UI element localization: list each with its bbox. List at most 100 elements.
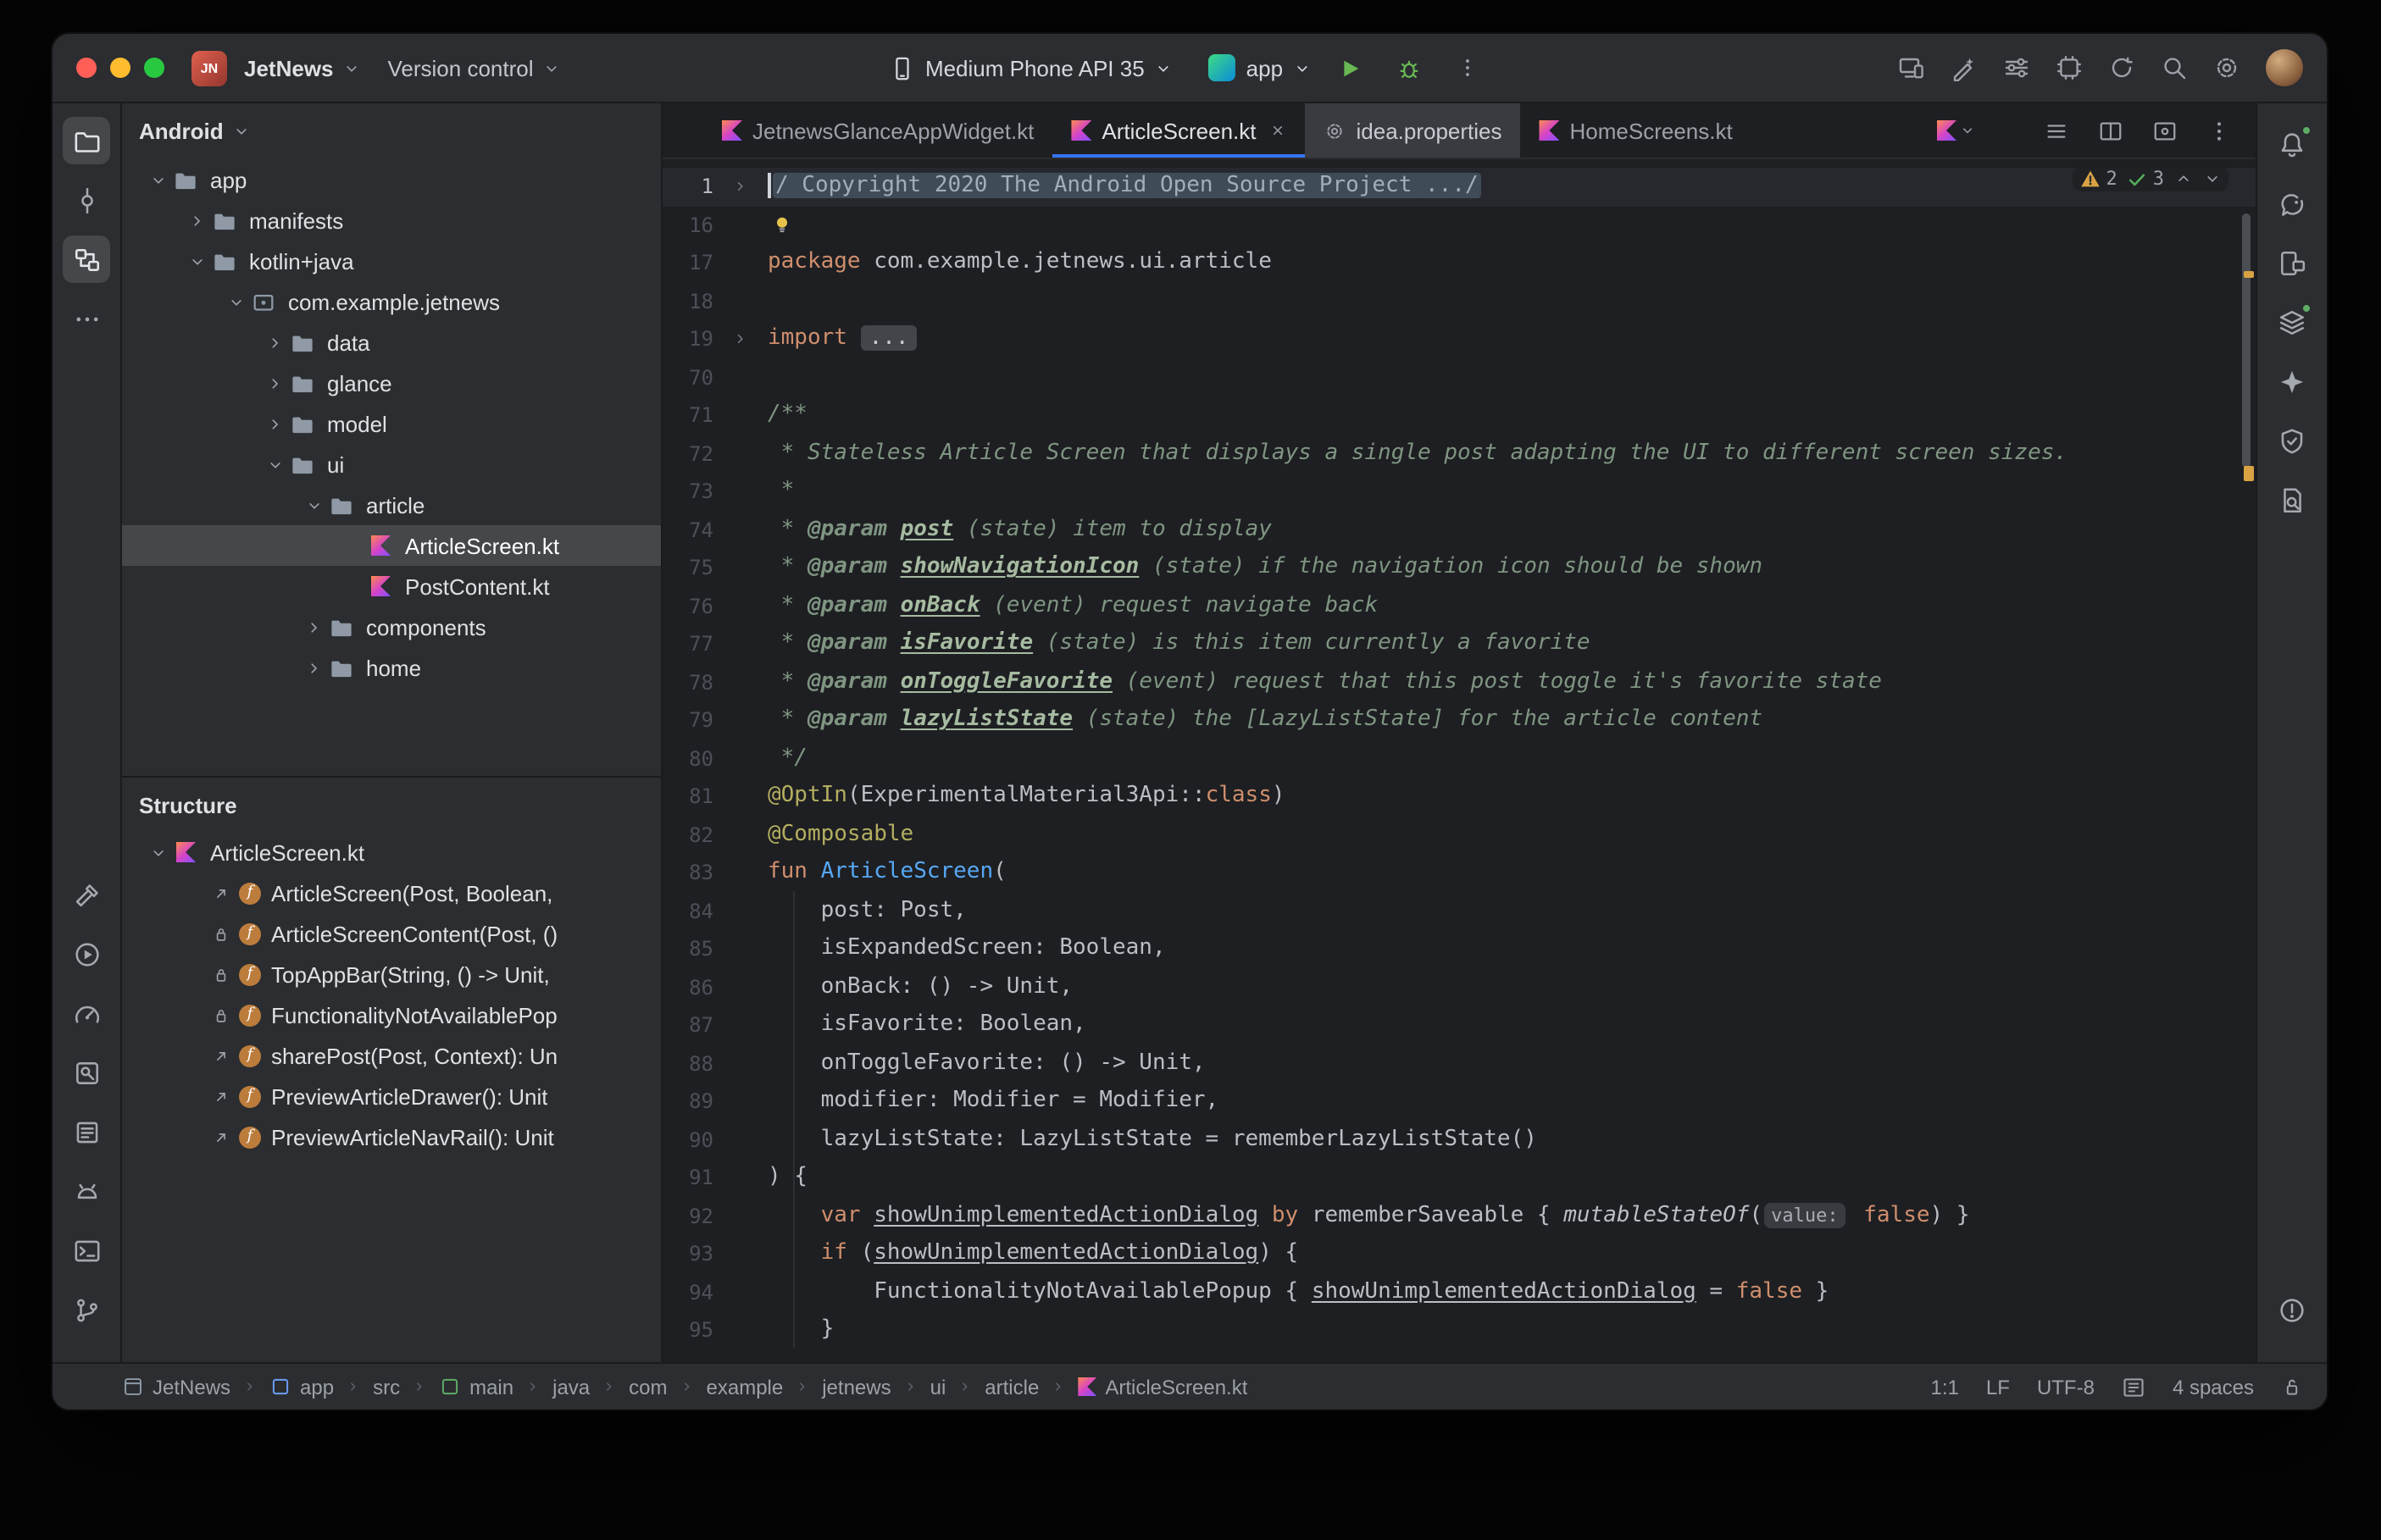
tab-HomeScreens.kt[interactable]: HomeScreens.kt [1521, 103, 1751, 158]
project-tree-item-kotlin+java[interactable]: kotlin+java [122, 241, 661, 281]
device-explorer-icon[interactable] [2268, 239, 2316, 286]
ai-assistant-icon[interactable] [1951, 54, 1978, 81]
next-problem-icon[interactable] [2203, 169, 2222, 188]
tab-ArticleScreen.kt[interactable]: ArticleScreen.kt [1052, 103, 1305, 158]
breadcrumb-example[interactable]: example [707, 1375, 784, 1399]
commit-icon[interactable] [63, 176, 110, 224]
breadcrumb-ui[interactable]: ui [930, 1375, 946, 1399]
close-window-button[interactable] [76, 58, 97, 78]
fold-marker-icon[interactable] [724, 320, 758, 358]
project-tree-item-glance[interactable]: glance [122, 363, 661, 403]
chevron-right-icon[interactable] [263, 374, 288, 392]
project-tree-item-ArticleScreen.kt[interactable]: ArticleScreen.kt [122, 525, 661, 566]
split-editor-icon[interactable] [2090, 110, 2130, 151]
breadcrumb-JetNews[interactable]: JetNews [122, 1375, 230, 1399]
device-mirroring-icon[interactable] [1898, 54, 1925, 81]
project-view-header[interactable]: Android [122, 103, 661, 159]
reader-mode-icon[interactable] [2122, 1375, 2145, 1399]
chevron-right-icon[interactable] [302, 618, 327, 636]
search-everywhere-icon[interactable] [2161, 54, 2188, 81]
breadcrumb-article[interactable]: article [985, 1375, 1039, 1399]
project-tree-item-data[interactable]: data [122, 322, 661, 363]
filter-sliders-icon[interactable] [2003, 54, 2030, 81]
chevron-down-icon[interactable] [224, 292, 249, 311]
breadcrumb-src[interactable]: src [373, 1375, 400, 1399]
version-control-icon[interactable] [63, 1286, 110, 1333]
structure-item[interactable]: fFunctionalityNotAvailablePop [122, 994, 661, 1035]
preview-icon[interactable] [2144, 110, 2184, 151]
tab-idea.properties[interactable]: idea.properties [1306, 103, 1521, 158]
breadcrumb-jetnews[interactable]: jetnews [822, 1375, 891, 1399]
profiler-icon[interactable] [63, 989, 110, 1037]
intention-bulb-icon[interactable] [771, 213, 793, 235]
project-tree-item-com.example.jetnews[interactable]: com.example.jetnews [122, 281, 661, 322]
structure-item[interactable]: fArticleScreenContent(Post, () [122, 913, 661, 954]
fold-marker-icon[interactable] [724, 168, 758, 206]
sync-settings-icon[interactable] [2108, 54, 2135, 81]
chevron-right-icon[interactable] [185, 211, 210, 230]
breadcrumb-java[interactable]: java [552, 1375, 590, 1399]
structure-item[interactable]: fPreviewArticleDrawer(): Unit [122, 1076, 661, 1116]
project-widget[interactable]: JetNews [244, 55, 361, 80]
chevron-down-icon[interactable] [263, 455, 288, 474]
prev-problem-icon[interactable] [2174, 169, 2193, 188]
problems-icon[interactable] [2268, 1286, 2316, 1333]
running-devices-icon[interactable] [63, 930, 110, 978]
project-tree-item-ui[interactable]: ui [122, 444, 661, 485]
project-tree-item-article[interactable]: article [122, 485, 661, 525]
user-avatar[interactable] [2266, 49, 2303, 86]
warning-stripe-mark[interactable] [2244, 271, 2254, 278]
indent-widget[interactable]: 4 spaces [2173, 1375, 2254, 1399]
project-tree-item-components[interactable]: components [122, 607, 661, 647]
project-tree-item-home[interactable]: home [122, 647, 661, 688]
code-editor[interactable]: 1/ Copyright 2020 The Android Open Sourc… [663, 159, 2256, 1362]
app-quality-insights-icon[interactable] [2268, 417, 2316, 464]
find-usages-icon[interactable] [2268, 476, 2316, 523]
structure-item[interactable]: fsharePost(Post, Context): Un [122, 1035, 661, 1076]
more-actions-kebab-icon[interactable] [1446, 46, 1490, 90]
structure-root-ArticleScreen.kt[interactable]: ArticleScreen.kt [122, 832, 661, 872]
editor-scrollbar[interactable] [2242, 213, 2251, 468]
project-tree-item-app[interactable]: app [122, 159, 661, 200]
breadcrumb-ArticleScreen.kt[interactable]: ArticleScreen.kt [1078, 1375, 1247, 1399]
breadcrumb-com[interactable]: com [629, 1375, 667, 1399]
hidden-tabs-icon[interactable] [1927, 110, 1984, 151]
gradle-icon[interactable] [2268, 180, 2316, 227]
encoding-widget[interactable]: UTF-8 [2037, 1375, 2095, 1399]
build-icon[interactable] [63, 871, 110, 918]
inspections-widget[interactable]: 2 3 [2073, 166, 2229, 191]
project-folder-icon[interactable] [63, 117, 110, 164]
notifications-icon[interactable] [2268, 120, 2316, 168]
device-manager-icon[interactable] [63, 1167, 110, 1215]
run-configuration[interactable]: app [1209, 54, 1312, 81]
chevron-down-icon[interactable] [302, 496, 327, 514]
resource-manager-icon[interactable] [2268, 298, 2316, 346]
chevron-right-icon[interactable] [263, 414, 288, 433]
chevron-down-icon[interactable] [146, 843, 171, 861]
structure-item[interactable]: fTopAppBar(String, () -> Unit, [122, 954, 661, 994]
device-selector[interactable]: Medium Phone API 35 [890, 55, 1174, 80]
run-button[interactable] [1327, 46, 1371, 90]
chevron-right-icon[interactable] [263, 333, 288, 352]
app-inspection-icon[interactable] [63, 1049, 110, 1096]
project-tree-item-model[interactable]: model [122, 403, 661, 444]
structure-item[interactable]: fArticleScreen(Post, Boolean, [122, 872, 661, 913]
line-separator-widget[interactable]: LF [1986, 1375, 2010, 1399]
editor-menu-icon[interactable] [2198, 110, 2239, 151]
close-tab-icon[interactable] [1270, 122, 1287, 139]
chevron-right-icon[interactable] [302, 658, 327, 677]
vcs-widget[interactable]: Version control [388, 55, 561, 80]
minimize-window-button[interactable] [110, 58, 130, 78]
zoom-window-button[interactable] [144, 58, 164, 78]
project-tree-item-manifests[interactable]: manifests [122, 200, 661, 241]
tab-JetnewsGlanceAppWidget.kt[interactable]: JetnewsGlanceAppWidget.kt [703, 103, 1052, 158]
chevron-down-icon[interactable] [185, 252, 210, 270]
caret-position-widget[interactable]: 1:1 [1931, 1375, 1959, 1399]
debug-button[interactable] [1386, 46, 1430, 90]
breadcrumb-main[interactable]: main [439, 1375, 513, 1399]
settings-icon[interactable] [2213, 54, 2240, 81]
logcat-icon[interactable] [63, 1108, 110, 1155]
structure-icon[interactable] [63, 235, 110, 283]
breadcrumb-app[interactable]: app [269, 1375, 334, 1399]
plugins-icon[interactable] [2056, 54, 2083, 81]
